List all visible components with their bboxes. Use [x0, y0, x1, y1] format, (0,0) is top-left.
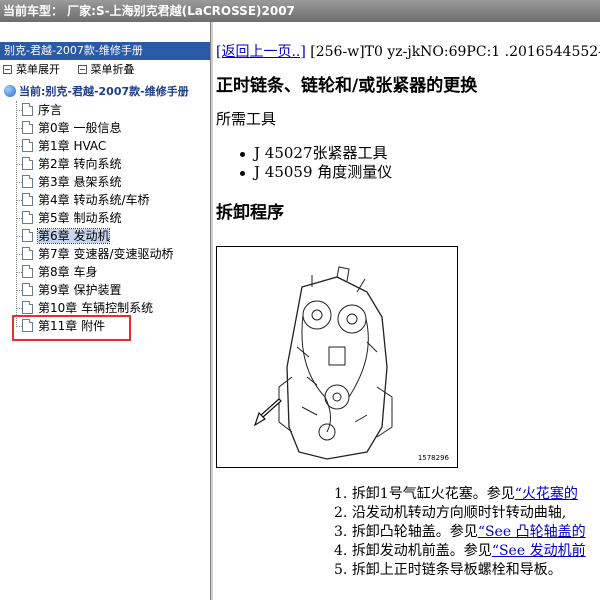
step-number: 4. [334, 543, 348, 559]
procedure-step: 5. 拆卸上正时链条导板螺栓和导板。 [334, 561, 586, 580]
tree-item[interactable]: 序言 [16, 101, 210, 119]
tree-item-label: 第9章 保护装置 [38, 283, 122, 297]
document-icon [22, 193, 33, 206]
step-text: 拆卸1号气缸火花塞。参见 [351, 486, 515, 502]
tree-items: 序言第0章 一般信息 第1章 HVAC 第2章 转向系统 第3章 悬架系统第4章 转动… [16, 101, 210, 335]
window-title: 当前车型： 厂家:S-上海别克君越(LaCROSSE)2007 [0, 0, 600, 22]
tree-item-label: 第6章 发动机 [36, 228, 111, 244]
procedure-step: 4. 拆卸发动机前盖。参见“See 发动机前 [334, 542, 586, 561]
tree-item[interactable]: 第9章 保护装置 [16, 281, 210, 299]
tree-item-label: 第0章 一般信息 [38, 121, 122, 135]
expand-icon [3, 65, 12, 74]
tree-item[interactable]: 第8章 车身 [16, 263, 210, 281]
pane-header: 别克-君越-2007款-维修手册 [0, 42, 210, 60]
tree-item[interactable]: 第5章 制动系统 [16, 209, 210, 227]
tree-item-label: 第11章 附件 [38, 319, 106, 333]
document-icon [22, 175, 33, 188]
tree-item[interactable]: 第7章 变速器/变速驱动桥 [16, 245, 210, 263]
tree-item[interactable]: 第0章 一般信息 [16, 119, 210, 137]
tree-item-label: 第10章 车辆控制系统 [38, 301, 154, 315]
tools-heading: 所需工具 [216, 110, 277, 128]
back-link[interactable]: [返回上一页..] [216, 44, 306, 60]
tools-list: J 45027张紧器工具 J 45059 角度测量仪 [239, 144, 393, 182]
tree-item[interactable]: 第6章 发动机 [16, 227, 210, 245]
collapse-label: 菜单折叠 [90, 63, 135, 76]
tree-item[interactable]: 第1章 HVAC [16, 137, 210, 155]
document-icon [22, 121, 33, 134]
tool-item: J 45027张紧器工具 [239, 144, 392, 163]
document-icon [22, 265, 33, 278]
collapse-icon [77, 65, 87, 74]
procedure-step: 1. 拆卸1号气缸火花塞。参见“火花塞的 [334, 485, 586, 504]
step-number: 2. [334, 505, 348, 521]
procedure-step: 2. 沿发动机转动方向顺时针转动曲轴, [334, 504, 586, 523]
tree-root-label: 当前:别克-君越-2007款-维修手册 [19, 85, 189, 98]
step-text: 沿发动机转动方向顺时针转动曲轴, [351, 505, 567, 521]
document-icon [22, 319, 33, 332]
procedure-steps: 1. 拆卸1号气缸火花塞。参见“火花塞的 2. 沿发动机转动方向顺时针转动曲轴, 3… [334, 485, 586, 580]
tree-item-label: 第4章 转动系统/车桥 [38, 193, 150, 207]
tree-item-label: 第7章 变速器/变速驱动桥 [38, 247, 174, 261]
expand-menu-button[interactable]: 菜单展开 [3, 60, 60, 80]
tree-toolbar: 菜单展开 菜单折叠 [0, 60, 210, 80]
figure-id: 1578296 [417, 454, 449, 462]
step-number: 3. [334, 524, 348, 540]
tree-item-label: 第8章 车身 [38, 265, 98, 279]
procedure-heading: 拆卸程序 [216, 203, 284, 223]
step-reference-link[interactable]: “火花塞的 [515, 486, 578, 502]
document-icon [22, 157, 33, 170]
collapse-menu-button[interactable]: 菜单折叠 [77, 60, 135, 80]
step-text: 拆卸上正时链条导板螺栓和导板。 [351, 562, 562, 578]
engine-illustration [253, 266, 393, 460]
tree-item[interactable]: 第2章 转向系统 [16, 155, 210, 173]
expand-label: 菜单展开 [16, 63, 60, 76]
page-title: 正时链条、链轮和/或张紧器的更换 [216, 76, 478, 96]
tree-item-label: 第2章 转向系统 [38, 157, 122, 171]
doc-reference: [256-w]T0 yz-jkNO:69PC:1 .2016544552-- [305, 44, 600, 60]
step-number: 1. [334, 486, 348, 502]
tree-item[interactable]: 第11章 附件 [16, 317, 210, 335]
step-number: 5. [334, 562, 348, 578]
procedure-step: 3. 拆卸凸轮轴盖。参见“See 凸轮轴盖的 [334, 523, 586, 542]
tree-item-label: 第1章 HVAC [38, 139, 107, 153]
tree-item-label: 第3章 悬架系统 [38, 175, 122, 189]
step-text: 拆卸发动机前盖。参见 [351, 543, 492, 559]
manual-root-icon [4, 85, 16, 97]
tree-item[interactable]: 第10章 车辆控制系统 [16, 299, 210, 317]
document-icon [22, 283, 33, 296]
nav-line: [返回上一页..] [256-w]T0 yz-jkNO:69PC:1 .2016… [216, 41, 600, 61]
step-text: 拆卸凸轮轴盖。参见 [351, 524, 478, 540]
tree-item-label: 序言 [38, 103, 63, 117]
navigation-pane: 别克-君越-2007款-维修手册 菜单展开 菜单折叠 当前:别克-君越-2007… [0, 42, 210, 600]
document-icon [22, 103, 33, 116]
document-icon [22, 139, 33, 152]
step-reference-link[interactable]: “See 凸轮轴盖的 [478, 524, 586, 540]
step-reference-link[interactable]: “See 发动机前 [492, 543, 586, 559]
document-icon [22, 301, 33, 314]
document-content: [返回上一页..] [256-w]T0 yz-jkNO:69PC:1 .2016… [214, 22, 600, 600]
document-icon [22, 247, 33, 260]
engine-diagram: 1578296 [216, 246, 458, 468]
chapter-tree: 当前:别克-君越-2007款-维修手册 序言第0章 一般信息 第1章 HVAC 第2… [0, 80, 210, 341]
tree-item-label: 第5章 制动系统 [38, 211, 122, 225]
tool-item: J 45059 角度测量仪 [239, 163, 393, 181]
document-icon [22, 229, 33, 242]
tree-root[interactable]: 当前:别克-君越-2007款-维修手册 [0, 83, 210, 101]
tree-item[interactable]: 第3章 悬架系统 [16, 173, 210, 191]
tree-item[interactable]: 第4章 转动系统/车桥 [16, 191, 210, 209]
document-icon [22, 211, 33, 224]
